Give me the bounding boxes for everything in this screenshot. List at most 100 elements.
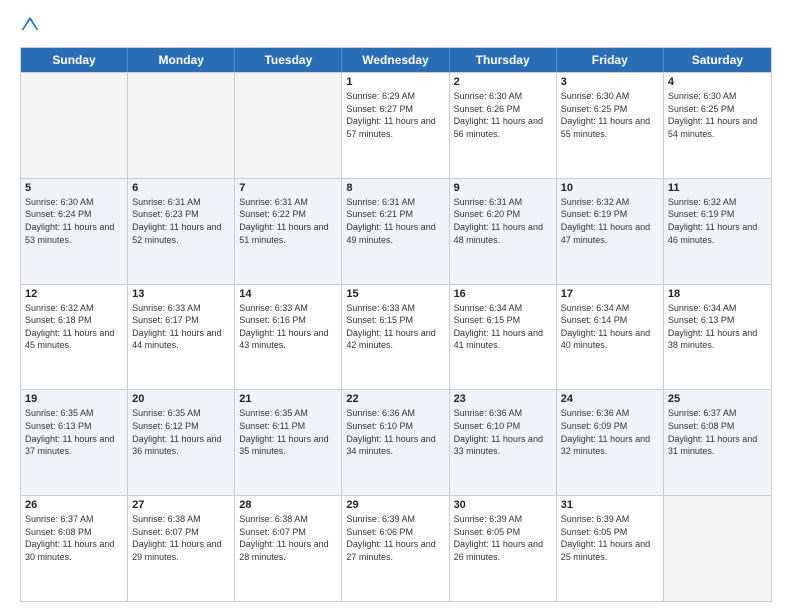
day-number: 27 <box>132 499 230 511</box>
day-number: 8 <box>346 182 444 194</box>
calendar-day-cell: 20 Sunrise: 6:35 AMSunset: 6:12 PMDayligh… <box>128 390 235 495</box>
calendar: SundayMondayTuesdayWednesdayThursdayFrid… <box>20 47 772 602</box>
logo <box>20 15 44 37</box>
calendar-header-cell: Monday <box>128 48 235 72</box>
cell-day-info: Sunrise: 6:32 AMSunset: 6:19 PMDaylight:… <box>668 196 767 246</box>
cell-day-info: Sunrise: 6:37 AMSunset: 6:08 PMDaylight:… <box>25 513 123 563</box>
day-number: 26 <box>25 499 123 511</box>
cell-day-info: Sunrise: 6:36 AMSunset: 6:10 PMDaylight:… <box>346 407 444 457</box>
day-number: 15 <box>346 288 444 300</box>
cell-day-info: Sunrise: 6:33 AMSunset: 6:16 PMDaylight:… <box>239 302 337 352</box>
cell-day-info: Sunrise: 6:37 AMSunset: 6:08 PMDaylight:… <box>668 407 767 457</box>
calendar-day-cell: 22 Sunrise: 6:36 AMSunset: 6:10 PMDayligh… <box>342 390 449 495</box>
cell-day-info: Sunrise: 6:33 AMSunset: 6:15 PMDaylight:… <box>346 302 444 352</box>
cell-day-info: Sunrise: 6:38 AMSunset: 6:07 PMDaylight:… <box>132 513 230 563</box>
calendar-header-cell: Friday <box>557 48 664 72</box>
cell-day-info: Sunrise: 6:30 AMSunset: 6:25 PMDaylight:… <box>668 90 767 140</box>
cell-day-info: Sunrise: 6:39 AMSunset: 6:06 PMDaylight:… <box>346 513 444 563</box>
calendar-day-cell: 11 Sunrise: 6:32 AMSunset: 6:19 PMDayligh… <box>664 179 771 284</box>
day-number: 21 <box>239 393 337 405</box>
calendar-day-cell: 19Sunrise: 6:35 AMSunset: 6:13 PMDayligh… <box>21 390 128 495</box>
day-number: 9 <box>454 182 552 194</box>
page: SundayMondayTuesdayWednesdayThursdayFrid… <box>0 0 792 612</box>
day-number: 20 <box>132 393 230 405</box>
calendar-day-cell: 10 Sunrise: 6:32 AMSunset: 6:19 PMDayligh… <box>557 179 664 284</box>
day-number: 16 <box>454 288 552 300</box>
calendar-day-cell: 18Sunrise: 6:34 AMSunset: 6:13 PMDayligh… <box>664 285 771 390</box>
calendar-day-cell <box>21 73 128 178</box>
calendar-day-cell: 6Sunrise: 6:31 AMSunset: 6:23 PMDaylight… <box>128 179 235 284</box>
calendar-day-cell: 9 Sunrise: 6:31 AMSunset: 6:20 PMDaylight… <box>450 179 557 284</box>
calendar-header-row: SundayMondayTuesdayWednesdayThursdayFrid… <box>21 48 771 72</box>
day-number: 19 <box>25 393 123 405</box>
cell-day-info: Sunrise: 6:30 AMSunset: 6:26 PMDaylight:… <box>454 90 552 140</box>
day-number: 11 <box>668 182 767 194</box>
day-number: 2 <box>454 76 552 88</box>
calendar-day-cell: 24 Sunrise: 6:36 AMSunset: 6:09 PMDayligh… <box>557 390 664 495</box>
cell-day-info: Sunrise: 6:32 AMSunset: 6:19 PMDaylight:… <box>561 196 659 246</box>
cell-day-info: Sunrise: 6:31 AMSunset: 6:22 PMDaylight:… <box>239 196 337 246</box>
calendar-day-cell: 26 Sunrise: 6:37 AMSunset: 6:08 PMDayligh… <box>21 496 128 601</box>
calendar-day-cell: 17 Sunrise: 6:34 AMSunset: 6:14 PMDayligh… <box>557 285 664 390</box>
calendar-day-cell: 31Sunrise: 6:39 AMSunset: 6:05 PMDayligh… <box>557 496 664 601</box>
calendar-day-cell: 14 Sunrise: 6:33 AMSunset: 6:16 PMDayligh… <box>235 285 342 390</box>
cell-day-info: Sunrise: 6:31 AMSunset: 6:21 PMDaylight:… <box>346 196 444 246</box>
day-number: 6 <box>132 182 230 194</box>
calendar-week-row: 26 Sunrise: 6:37 AMSunset: 6:08 PMDayligh… <box>21 495 771 601</box>
cell-day-info: Sunrise: 6:32 AMSunset: 6:18 PMDaylight:… <box>25 302 123 352</box>
calendar-day-cell: 27 Sunrise: 6:38 AMSunset: 6:07 PMDayligh… <box>128 496 235 601</box>
cell-day-info: Sunrise: 6:38 AMSunset: 6:07 PMDaylight:… <box>239 513 337 563</box>
calendar-header-cell: Sunday <box>21 48 128 72</box>
calendar-day-cell <box>664 496 771 601</box>
day-number: 22 <box>346 393 444 405</box>
cell-day-info: Sunrise: 6:34 AMSunset: 6:14 PMDaylight:… <box>561 302 659 352</box>
calendar-day-cell: 16 Sunrise: 6:34 AMSunset: 6:15 PMDayligh… <box>450 285 557 390</box>
calendar-week-row: 12 Sunrise: 6:32 AMSunset: 6:18 PMDayligh… <box>21 284 771 390</box>
calendar-header-cell: Tuesday <box>235 48 342 72</box>
calendar-day-cell: 7 Sunrise: 6:31 AMSunset: 6:22 PMDaylight… <box>235 179 342 284</box>
cell-day-info: Sunrise: 6:29 AMSunset: 6:27 PMDaylight:… <box>346 90 444 140</box>
cell-day-info: Sunrise: 6:31 AMSunset: 6:20 PMDaylight:… <box>454 196 552 246</box>
cell-day-info: Sunrise: 6:36 AMSunset: 6:09 PMDaylight:… <box>561 407 659 457</box>
day-number: 7 <box>239 182 337 194</box>
day-number: 13 <box>132 288 230 300</box>
day-number: 14 <box>239 288 337 300</box>
day-number: 31 <box>561 499 659 511</box>
day-number: 4 <box>668 76 767 88</box>
calendar-day-cell: 23Sunrise: 6:36 AMSunset: 6:10 PMDayligh… <box>450 390 557 495</box>
calendar-day-cell: 29 Sunrise: 6:39 AMSunset: 6:06 PMDayligh… <box>342 496 449 601</box>
cell-day-info: Sunrise: 6:35 AMSunset: 6:11 PMDaylight:… <box>239 407 337 457</box>
day-number: 18 <box>668 288 767 300</box>
cell-day-info: Sunrise: 6:33 AMSunset: 6:17 PMDaylight:… <box>132 302 230 352</box>
header <box>20 15 772 37</box>
day-number: 23 <box>454 393 552 405</box>
day-number: 28 <box>239 499 337 511</box>
day-number: 1 <box>346 76 444 88</box>
cell-day-info: Sunrise: 6:35 AMSunset: 6:12 PMDaylight:… <box>132 407 230 457</box>
day-number: 3 <box>561 76 659 88</box>
day-number: 24 <box>561 393 659 405</box>
calendar-day-cell: 4 Sunrise: 6:30 AMSunset: 6:25 PMDaylight… <box>664 73 771 178</box>
calendar-day-cell: 8 Sunrise: 6:31 AMSunset: 6:21 PMDaylight… <box>342 179 449 284</box>
calendar-body: 1 Sunrise: 6:29 AMSunset: 6:27 PMDaylight… <box>21 72 771 601</box>
calendar-day-cell: 12 Sunrise: 6:32 AMSunset: 6:18 PMDayligh… <box>21 285 128 390</box>
cell-day-info: Sunrise: 6:30 AMSunset: 6:24 PMDaylight:… <box>25 196 123 246</box>
calendar-day-cell: 21 Sunrise: 6:35 AMSunset: 6:11 PMDayligh… <box>235 390 342 495</box>
calendar-week-row: 1 Sunrise: 6:29 AMSunset: 6:27 PMDaylight… <box>21 72 771 178</box>
calendar-day-cell: 13 Sunrise: 6:33 AMSunset: 6:17 PMDayligh… <box>128 285 235 390</box>
day-number: 10 <box>561 182 659 194</box>
day-number: 29 <box>346 499 444 511</box>
calendar-day-cell: 3Sunrise: 6:30 AMSunset: 6:25 PMDaylight… <box>557 73 664 178</box>
day-number: 12 <box>25 288 123 300</box>
day-number: 25 <box>668 393 767 405</box>
day-number: 17 <box>561 288 659 300</box>
day-number: 5 <box>25 182 123 194</box>
calendar-day-cell: 2 Sunrise: 6:30 AMSunset: 6:26 PMDaylight… <box>450 73 557 178</box>
calendar-week-row: 5 Sunrise: 6:30 AMSunset: 6:24 PMDaylight… <box>21 178 771 284</box>
calendar-header-cell: Wednesday <box>342 48 449 72</box>
calendar-day-cell <box>128 73 235 178</box>
cell-day-info: Sunrise: 6:34 AMSunset: 6:15 PMDaylight:… <box>454 302 552 352</box>
calendar-day-cell: 5 Sunrise: 6:30 AMSunset: 6:24 PMDaylight… <box>21 179 128 284</box>
calendar-day-cell: 25 Sunrise: 6:37 AMSunset: 6:08 PMDayligh… <box>664 390 771 495</box>
calendar-day-cell: 30Sunrise: 6:39 AMSunset: 6:05 PMDayligh… <box>450 496 557 601</box>
